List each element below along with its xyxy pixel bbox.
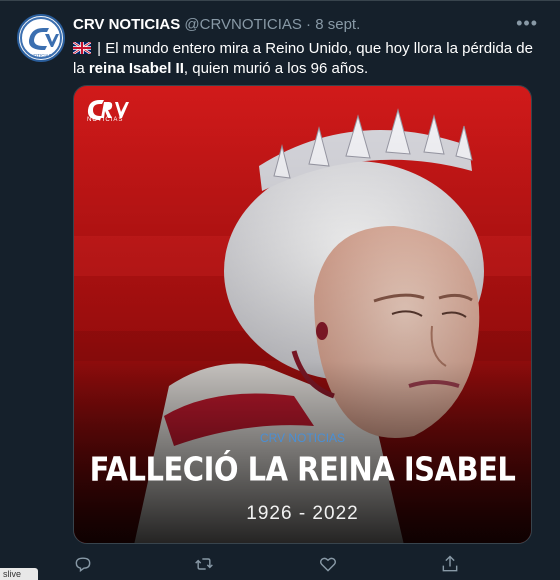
share-icon[interactable] [440, 554, 460, 574]
media-headline: FALLECIÓ LA REINA ISABEL [89, 449, 516, 489]
tweet-actions [73, 554, 493, 576]
tweet[interactable]: NOTICIAS CRV NOTICIAS @CRVNOTICIAS · 8 s… [0, 0, 560, 580]
tweet-text: | El mundo entero mira a Reino Unido, qu… [73, 39, 533, 79]
avatar-sub: NOTICIAS [30, 53, 51, 58]
crv-logo-icon: NOTICIAS [20, 17, 62, 59]
uk-flag-icon [73, 42, 91, 54]
media-years: 1926 - 2022 [246, 503, 359, 524]
handle[interactable]: @CRVNOTICIAS [184, 16, 301, 33]
tweet-text-bold: reina Isabel II [88, 60, 184, 77]
watermark-subtitle: NOTICIAS [87, 117, 124, 123]
tweet-date[interactable]: 8 sept. [315, 16, 360, 33]
media-source-label: CRV NOTICIAS [259, 431, 346, 445]
like-icon[interactable] [318, 554, 338, 574]
tweet-text-part2: , quien murió a los 96 años. [183, 60, 369, 77]
display-name[interactable]: CRV NOTICIAS [73, 16, 180, 33]
reply-icon[interactable] [73, 554, 93, 574]
avatar[interactable]: NOTICIAS [17, 14, 65, 62]
separator-dot: · [306, 16, 312, 33]
tweet-header: CRV NOTICIAS @CRVNOTICIAS · 8 sept. [73, 16, 540, 36]
retweet-icon[interactable] [194, 554, 214, 574]
more-options-icon[interactable]: ••• [516, 13, 538, 34]
corner-label: slive [0, 568, 38, 580]
tweet-media-image[interactable]: NOTICIAS CRV NOTICIAS FALLECIÓ LA REINA … [73, 85, 532, 544]
